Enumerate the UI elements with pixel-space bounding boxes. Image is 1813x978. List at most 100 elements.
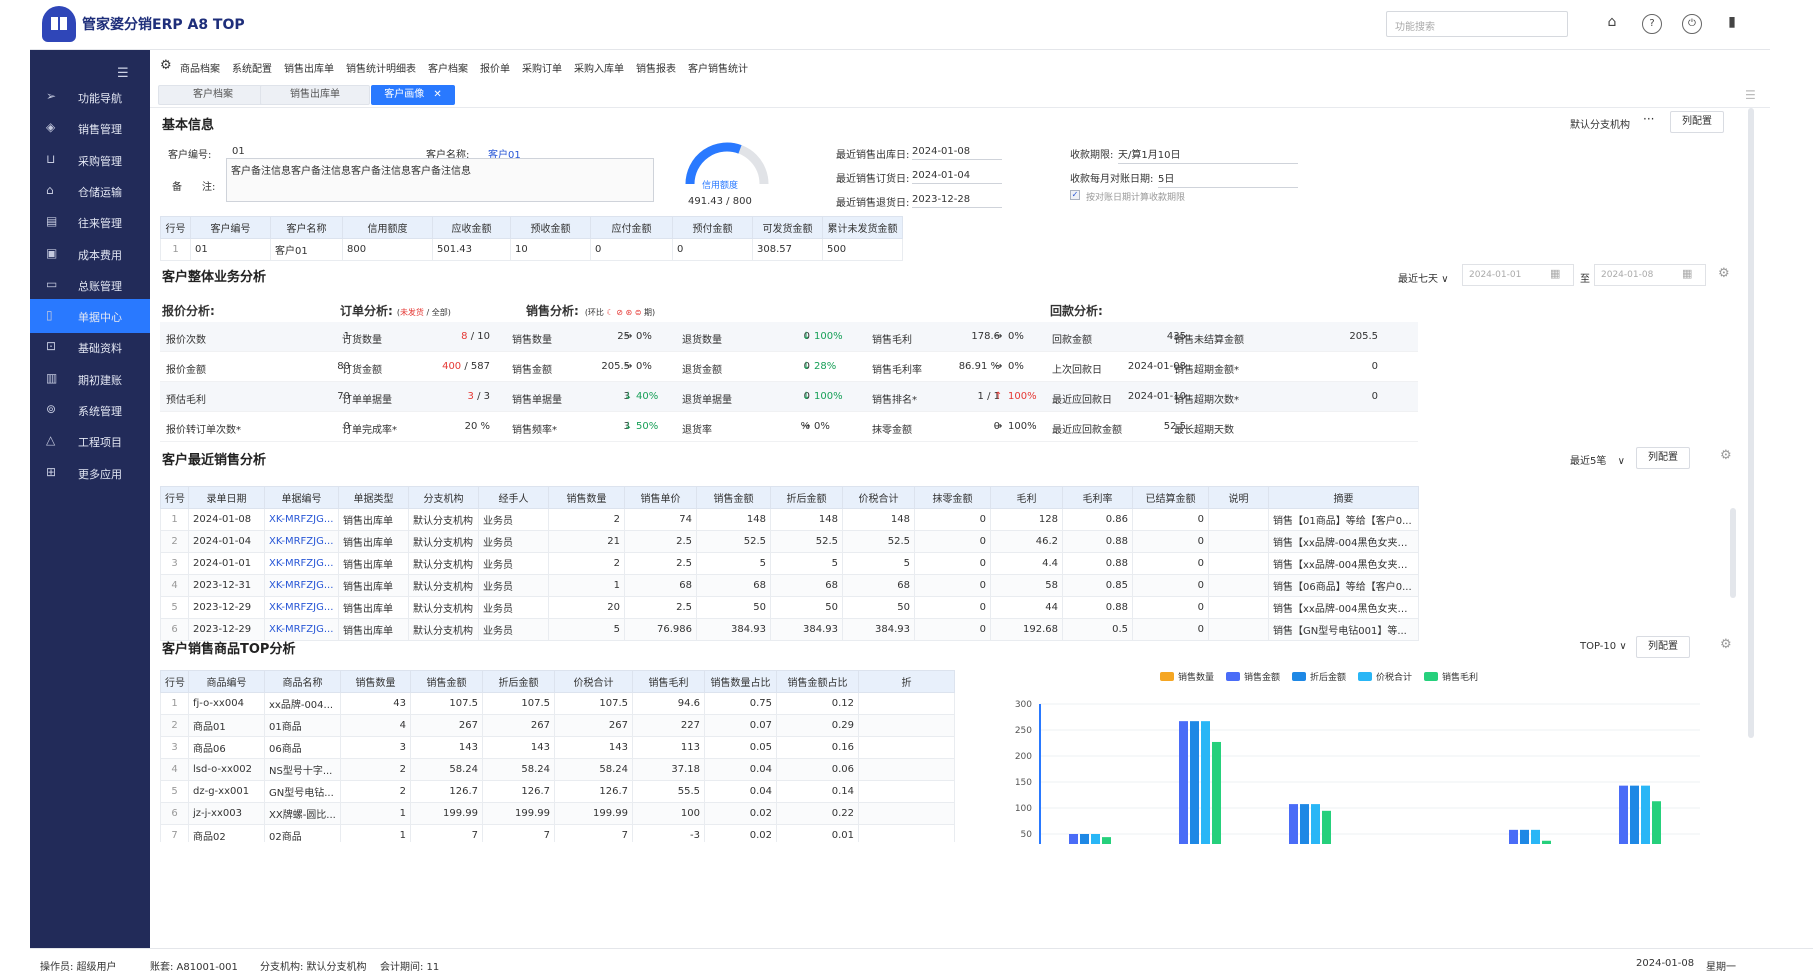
sidebar-item[interactable]: ▯ 单据中心 bbox=[30, 299, 150, 334]
sidebar-item[interactable]: ▭ 总账管理 bbox=[30, 268, 150, 302]
tab-sales-outbound[interactable]: 销售出库单 bbox=[260, 85, 370, 105]
column-header[interactable]: 商品名称 bbox=[264, 670, 341, 693]
column-header[interactable]: 价税合计 bbox=[554, 670, 633, 693]
column-header[interactable]: 毛利 bbox=[990, 486, 1063, 509]
bar[interactable] bbox=[1300, 804, 1309, 844]
quick-nav-link[interactable]: 客户销售统计 bbox=[688, 60, 748, 75]
table-cell[interactable]: XK-MRFZJG... bbox=[264, 530, 339, 553]
calendar-icon[interactable]: ▦ bbox=[1682, 267, 1692, 280]
table-row[interactable]: 1 2024-01-08 XK-MRFZJG... 销售出库单 默认分支机构 业务员 2 74… bbox=[160, 508, 1738, 531]
column-header[interactable]: 销售金额占比 bbox=[776, 670, 859, 693]
home-icon[interactable]: ⌂ bbox=[1602, 14, 1622, 34]
tab-customer-archive[interactable]: 客户档案 bbox=[158, 85, 268, 105]
bar[interactable] bbox=[1091, 834, 1100, 844]
table-row[interactable]: 5 2023-12-29 XK-MRFZJG... 销售出库单 默认分支机构 业务员 20 2… bbox=[160, 596, 1738, 619]
bar[interactable] bbox=[1520, 829, 1529, 844]
bar[interactable] bbox=[1619, 785, 1628, 844]
column-header[interactable]: 说明 bbox=[1208, 486, 1269, 509]
table-row[interactable]: 6 2023-12-29 XK-MRFZJG... 销售出库单 默认分支机构 业务员 5 76… bbox=[160, 618, 1738, 641]
table-row[interactable]: 4 2023-12-31 XK-MRFZJG... 销售出库单 默认分支机构 业务员 1 68… bbox=[160, 574, 1738, 597]
column-header[interactable]: 摘要 bbox=[1268, 486, 1419, 509]
settings-icon[interactable]: ⚙ bbox=[1720, 637, 1732, 652]
column-header[interactable]: 单据类型 bbox=[338, 486, 409, 509]
quick-nav-link[interactable]: 系统配置 bbox=[232, 60, 272, 75]
table-cell[interactable]: XK-MRFZJG... bbox=[264, 596, 339, 619]
bar[interactable] bbox=[1201, 721, 1210, 844]
column-header[interactable]: 客户编号 bbox=[190, 216, 271, 239]
column-header[interactable]: 行号 bbox=[160, 486, 189, 509]
column-header[interactable]: 应收金额 bbox=[432, 216, 511, 239]
sidebar-item[interactable]: ▥ 期初建账 bbox=[30, 362, 150, 396]
table-row[interactable]: 5 dz-g-xx001 GN型号电钻... 2 126.7 126.7 126.7 55.5… bbox=[160, 780, 955, 803]
column-header[interactable]: 销售数量 bbox=[548, 486, 625, 509]
table-cell[interactable]: XK-MRFZJG... bbox=[264, 552, 339, 575]
column-config-button[interactable]: 列配置 bbox=[1636, 447, 1690, 469]
more-icon[interactable]: ··· bbox=[1643, 112, 1654, 126]
table-row[interactable]: 2 2024-01-04 XK-MRFZJG... 销售出库单 默认分支机构 业务员 21 2… bbox=[160, 530, 1738, 553]
quick-nav-link[interactable]: 报价单 bbox=[480, 60, 510, 75]
power-icon[interactable]: ⏻ bbox=[1682, 14, 1702, 34]
range-select[interactable]: 最近七天 ∨ bbox=[1398, 270, 1449, 285]
table-row[interactable]: 7 商品02 02商品 1 7 7 7 -3 0.02 0.01 bbox=[160, 824, 955, 842]
column-header[interactable]: 录单日期 bbox=[188, 486, 265, 509]
top-n-select[interactable]: TOP-10 ∨ bbox=[1580, 641, 1627, 652]
bar[interactable] bbox=[1542, 840, 1551, 844]
table-cell[interactable]: XK-MRFZJG... bbox=[264, 574, 339, 597]
column-header[interactable]: 行号 bbox=[160, 670, 189, 693]
bar[interactable] bbox=[1531, 829, 1540, 844]
terms-checkbox[interactable]: ✓ bbox=[1070, 190, 1080, 200]
bar[interactable] bbox=[1322, 810, 1331, 844]
settings-icon[interactable]: ⚙ bbox=[1720, 448, 1732, 463]
settings-icon[interactable]: ⚙ bbox=[1718, 266, 1730, 281]
bar[interactable] bbox=[1080, 834, 1089, 844]
bar[interactable] bbox=[1102, 837, 1111, 844]
tab-close-icon[interactable]: ✕ bbox=[433, 89, 441, 100]
column-header[interactable]: 已结算金额 bbox=[1132, 486, 1209, 509]
column-header[interactable]: 折后金额 bbox=[770, 486, 843, 509]
column-header[interactable]: 客户名称 bbox=[270, 216, 343, 239]
column-header[interactable]: 经手人 bbox=[478, 486, 549, 509]
legend-label[interactable]: 销售金额 bbox=[1244, 671, 1280, 683]
sidebar-item[interactable]: ◈ 销售管理 bbox=[30, 111, 150, 145]
bar[interactable] bbox=[1179, 721, 1188, 844]
column-header[interactable]: 分支机构 bbox=[408, 486, 479, 509]
quick-nav-link[interactable]: 销售出库单 bbox=[284, 60, 334, 75]
quick-nav-link[interactable]: 采购入库单 bbox=[574, 60, 624, 75]
column-header[interactable]: 累计未发货金额 bbox=[822, 216, 903, 239]
bar[interactable] bbox=[1289, 804, 1298, 844]
bar[interactable] bbox=[1630, 785, 1639, 844]
bar[interactable] bbox=[1652, 801, 1661, 844]
legend-label[interactable]: 销售数量 bbox=[1178, 671, 1214, 683]
help-icon[interactable]: ? bbox=[1642, 14, 1662, 34]
sidebar-item[interactable]: ⌂ 仓储运输 bbox=[30, 174, 150, 208]
column-header[interactable]: 销售数量占比 bbox=[704, 670, 777, 693]
column-header[interactable]: 预付金额 bbox=[672, 216, 753, 239]
legend-label[interactable]: 价税合计 bbox=[1376, 671, 1412, 683]
sidebar-item[interactable]: ▣ 成本费用 bbox=[30, 237, 150, 271]
table-scrollbar[interactable] bbox=[1730, 508, 1736, 598]
bar[interactable] bbox=[1509, 829, 1518, 844]
column-header[interactable]: 信用额度 bbox=[342, 216, 433, 239]
quick-nav-link[interactable]: 采购订单 bbox=[522, 60, 562, 75]
column-header[interactable]: 可发货金额 bbox=[752, 216, 823, 239]
column-header[interactable]: 销售毛利 bbox=[632, 670, 705, 693]
legend-label[interactable]: 折后金额 bbox=[1310, 671, 1346, 683]
column-header[interactable]: 销售单价 bbox=[624, 486, 697, 509]
sidebar-item[interactable]: ▤ 往来管理 bbox=[30, 205, 150, 239]
note-textarea[interactable]: 客户备注信息客户备注信息客户备注信息客户备注信息 bbox=[226, 158, 654, 202]
sidebar-item[interactable]: ⊔ 采购管理 bbox=[30, 143, 150, 177]
menu-toggle-icon[interactable]: ☰ bbox=[117, 66, 129, 81]
column-header[interactable]: 应付金额 bbox=[590, 216, 673, 239]
tab-customer-portrait[interactable]: 客户画像 ✕ bbox=[371, 85, 455, 105]
table-row[interactable]: 1 01 客户01 800 501.43 10 0 0 308.57 500 bbox=[160, 238, 1734, 261]
quick-nav-link[interactable]: 客户档案 bbox=[428, 60, 468, 75]
column-header[interactable]: 预收金额 bbox=[510, 216, 591, 239]
bar[interactable] bbox=[1311, 804, 1320, 844]
bar[interactable] bbox=[1641, 785, 1650, 844]
sidebar-item[interactable]: △ 工程项目 bbox=[30, 424, 150, 458]
bar[interactable] bbox=[1212, 741, 1221, 844]
quick-nav-link[interactable]: 销售统计明细表 bbox=[346, 60, 416, 75]
column-header[interactable]: 销售金额 bbox=[410, 670, 483, 693]
column-header[interactable]: 抹零金额 bbox=[914, 486, 991, 509]
table-row[interactable]: 1 fj-o-xx004 xx品牌-004... 43 107.5 107.5 107.5 9… bbox=[160, 692, 955, 715]
